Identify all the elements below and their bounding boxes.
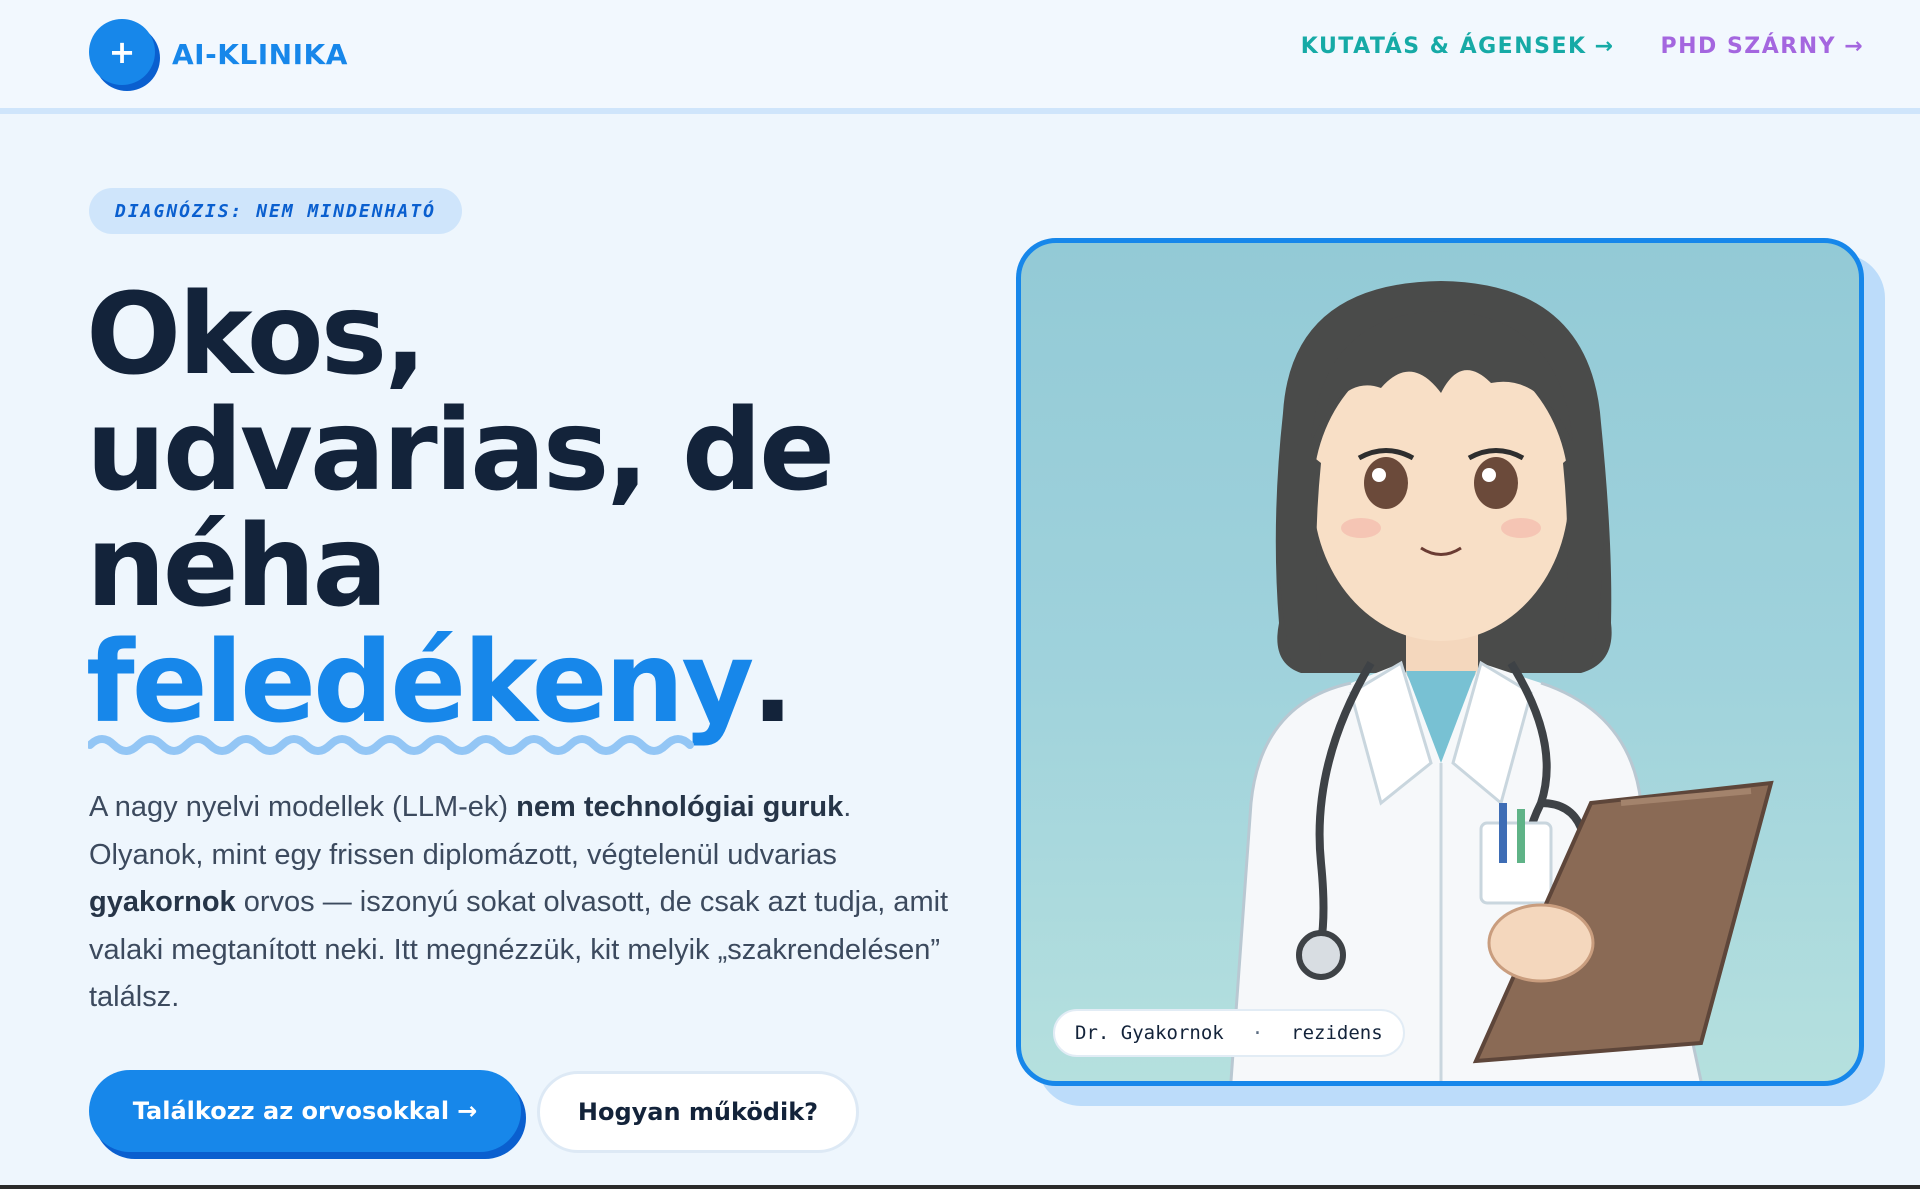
accent-word-text: feledékeny [86, 618, 754, 748]
diagnosis-badge: DIAGNÓZIS: NEM MINDENHATÓ [89, 188, 462, 234]
arrow-right-icon: → [457, 1097, 478, 1125]
button-label: Találkozz az orvosokkal [132, 1097, 450, 1125]
lead-bold-text: nem technológiai guruk [516, 791, 844, 823]
lead-text: A nagy nyelvi modellek (LLM-ek) [89, 791, 517, 823]
doctor-illustration [1229, 281, 1774, 1081]
arrow-right-icon: → [1844, 34, 1864, 59]
lead-bold-text: gyakornok [89, 886, 236, 918]
headline-line: Okos, [86, 270, 427, 400]
caption-role: rezidens [1291, 1022, 1383, 1044]
badge-label: DIAGNÓZIS: NEM MINDENHATÓ [115, 200, 436, 222]
meet-doctors-button[interactable]: Találkozz az orvosokkal → [89, 1070, 521, 1152]
hero-lead-paragraph: A nagy nyelvi modellek (LLM-ek) nem tech… [89, 784, 949, 1022]
portrait-caption: Dr. Gyakornok · rezidens [1053, 1009, 1405, 1057]
arrow-right-icon: → [1594, 34, 1615, 59]
site-header: + AI-KLINIKA KUTATÁS & ÁGENSEK → PHD SZÁ… [0, 0, 1920, 114]
hero-headline: Okos, udvarias, de néha feledékeny. [86, 270, 946, 755]
headline-line: néha [86, 502, 388, 632]
main-nav: KUTATÁS & ÁGENSEK → PHD SZÁRNY → [1301, 34, 1864, 59]
headline-line: udvarias, de [86, 386, 835, 516]
nav-link-phd[interactable]: PHD SZÁRNY → [1660, 34, 1864, 59]
caption-name: Dr. Gyakornok [1075, 1022, 1224, 1044]
logo: + [89, 19, 160, 91]
headline-accent-word: feledékeny [86, 625, 754, 755]
nav-link-research[interactable]: KUTATÁS & ÁGENSEK → [1301, 34, 1615, 59]
logo-circle: + [89, 19, 155, 85]
headline-line: feledékeny. [86, 625, 946, 755]
button-label: Hogyan működik? [577, 1098, 819, 1126]
caption-separator: · [1251, 1022, 1264, 1044]
nav-link-label: KUTATÁS & ÁGENSEK [1300, 34, 1587, 59]
squiggle-underline [88, 735, 694, 755]
headline-period: . [751, 618, 794, 748]
plus-icon: + [108, 33, 136, 71]
portrait-card: Dr. Gyakornok · rezidens [1016, 238, 1864, 1086]
primary-button-wrap: Találkozz az orvosokkal → [89, 1070, 526, 1159]
how-it-works-button[interactable]: Hogyan működik? [537, 1071, 859, 1153]
nav-link-label: PHD SZÁRNY [1660, 34, 1837, 59]
bottom-edge-strip [0, 1185, 1920, 1189]
brand-logo-link[interactable]: + AI-KLINIKA [89, 19, 348, 91]
page: + AI-KLINIKA KUTATÁS & ÁGENSEK → PHD SZÁ… [0, 0, 1920, 1189]
brand-name: AI-KLINIKA [172, 37, 348, 71]
